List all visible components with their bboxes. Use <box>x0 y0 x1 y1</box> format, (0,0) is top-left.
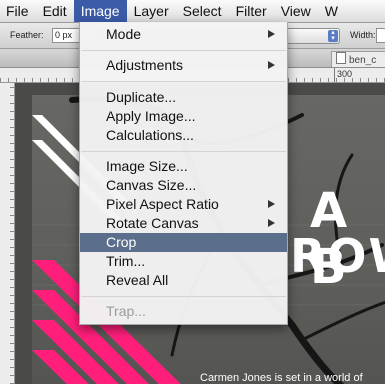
menu-item-label: Calculations... <box>106 127 194 143</box>
width-input[interactable] <box>376 28 385 43</box>
menu-item-label: Canvas Size... <box>106 177 197 193</box>
menu-item-label: Rotate Canvas <box>106 215 199 231</box>
menu-view[interactable]: View <box>274 0 318 22</box>
menu-item-image-size[interactable]: Image Size... <box>80 157 287 176</box>
menu-item-crop[interactable]: Crop <box>80 233 287 252</box>
menu-edit[interactable]: Edit <box>36 0 74 22</box>
menu-select[interactable]: Select <box>176 0 229 22</box>
menu-item-trim[interactable]: Trim... <box>80 252 287 271</box>
submenu-arrow-icon <box>268 219 275 227</box>
document-icon <box>336 52 346 64</box>
feather-label: Feather: <box>10 30 44 40</box>
menu-item-label: Trap... <box>106 303 146 319</box>
menu-layer[interactable]: Layer <box>127 0 176 22</box>
menu-separator <box>81 81 286 82</box>
select-arrows-icon: ▴ ▾ <box>328 29 338 42</box>
menu-separator <box>81 151 286 152</box>
menu-item-rotate-canvas[interactable]: Rotate Canvas <box>80 214 287 233</box>
document-tab-label: ben_c <box>349 55 377 66</box>
menu-item-label: Image Size... <box>106 158 188 174</box>
menu-image[interactable]: Image <box>73 0 127 22</box>
menu-item-trap: Trap... <box>80 302 287 321</box>
menu-item-label: Duplicate... <box>106 89 177 105</box>
menu-separator <box>81 296 286 297</box>
menu-item-apply-image[interactable]: Apply Image... <box>80 107 287 126</box>
document-tab[interactable]: ben_c <box>331 51 385 67</box>
menu-item-label: Crop <box>106 234 137 250</box>
menu-window[interactable]: W <box>318 0 345 22</box>
submenu-arrow-icon <box>268 61 275 69</box>
artwork-caption: Carmen Jones is set in a world of <box>200 372 363 384</box>
style-select[interactable]: ▴ ▾ <box>286 28 340 44</box>
menu-item-reveal-all[interactable]: Reveal All <box>80 271 287 290</box>
menu-item-canvas-size[interactable]: Canvas Size... <box>80 176 287 195</box>
menu-item-adjustments[interactable]: Adjustments <box>80 56 287 75</box>
menu-item-duplicate[interactable]: Duplicate... <box>80 88 287 107</box>
image-menu-dropdown: Mode Adjustments Duplicate... Apply Imag… <box>79 22 288 325</box>
ruler-tick <box>334 68 335 82</box>
menu-bar: File Edit Image Layer Select Filter View… <box>0 0 385 23</box>
menu-item-label: Reveal All <box>106 272 169 288</box>
menu-item-mode[interactable]: Mode <box>80 25 287 44</box>
headline-line-2: ROW <box>290 229 385 283</box>
menu-item-label: Trim... <box>106 253 146 269</box>
submenu-arrow-icon <box>268 30 275 38</box>
submenu-arrow-icon <box>268 200 275 208</box>
ruler-tick-label: 300 <box>337 69 353 79</box>
width-label: Width: <box>350 30 376 40</box>
menu-item-pixel-aspect-ratio[interactable]: Pixel Aspect Ratio <box>80 195 287 214</box>
vertical-ruler <box>0 83 15 384</box>
menu-item-calculations[interactable]: Calculations... <box>80 126 287 145</box>
menu-item-label: Mode <box>106 26 142 42</box>
menu-file[interactable]: File <box>0 0 36 22</box>
menu-item-label: Apply Image... <box>106 108 196 124</box>
menu-item-label: Adjustments <box>106 57 184 73</box>
menu-item-label: Pixel Aspect Ratio <box>106 196 219 212</box>
menu-filter[interactable]: Filter <box>229 0 274 22</box>
menu-separator <box>81 50 286 51</box>
